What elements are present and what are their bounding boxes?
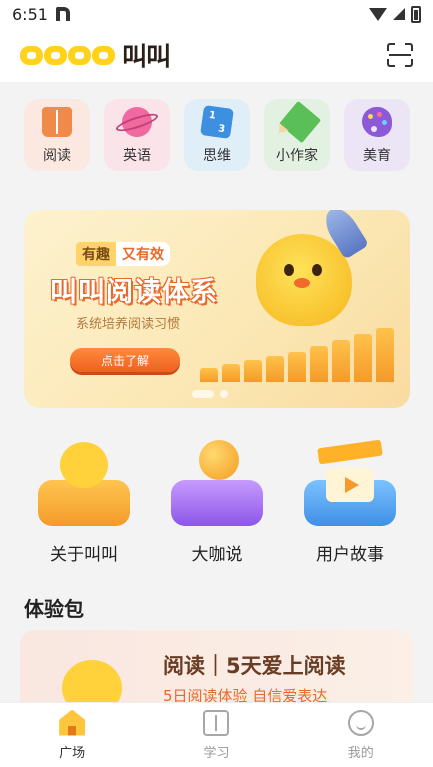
feature-row: 关于叫叫 大咖说 用户故事 <box>24 439 410 565</box>
battery-icon <box>411 5 421 23</box>
planet-icon <box>122 107 152 137</box>
status-time: 6:51 <box>12 4 48 24</box>
scan-icon[interactable] <box>387 43 413 67</box>
logo-mark <box>20 45 115 65</box>
feature-label: 用户故事 <box>316 545 384 565</box>
palette-icon <box>362 107 392 137</box>
category-label: 小作家 <box>276 148 318 164</box>
promo-banner[interactable]: 有趣 又有效 叫叫阅读体系 系统培养阅读习惯 点击了解 <box>24 210 410 408</box>
status-icons <box>369 5 421 23</box>
tab-study[interactable]: 学习 <box>171 709 261 761</box>
chick-icon <box>34 440 134 530</box>
category-art[interactable]: 美育 <box>344 99 410 171</box>
banner-tag-right: 又有效 <box>116 242 170 266</box>
category-writer[interactable]: 小作家 <box>264 99 330 171</box>
tab-plaza[interactable]: 广场 <box>27 709 117 761</box>
category-label: 英语 <box>123 148 151 164</box>
category-english[interactable]: 英语 <box>104 99 170 171</box>
tab-label: 学习 <box>203 745 230 761</box>
home-icon <box>59 709 86 736</box>
book-icon <box>203 709 230 736</box>
carousel-dot-active <box>192 390 214 398</box>
feature-label: 大咖说 <box>191 545 243 565</box>
banner-subtitle: 系统培养阅读习惯 <box>76 317 181 332</box>
banner-cta-button[interactable]: 点击了解 <box>70 348 180 372</box>
tab-label: 广场 <box>59 745 86 761</box>
feature-label: 关于叫叫 <box>50 545 118 565</box>
feature-user-stories[interactable]: 用户故事 <box>290 439 410 565</box>
section-title: 体验包 <box>24 597 84 621</box>
banner-title: 叫叫阅读体系 <box>50 277 218 308</box>
category-reading[interactable]: 阅读 <box>24 99 90 171</box>
notification-p-icon <box>55 7 70 21</box>
banner-tag-left: 有趣 <box>76 242 116 266</box>
app-header: 叫叫 <box>0 28 433 82</box>
category-label: 思维 <box>203 148 231 164</box>
trial-headline: 阅读｜5天爱上阅读 <box>163 654 346 678</box>
wifi-icon <box>369 7 387 21</box>
carousel-indicator <box>192 390 228 398</box>
logo-wordmark: 叫叫 <box>122 42 171 71</box>
feature-experts[interactable]: 大咖说 <box>157 440 277 565</box>
growth-bars-illustration <box>200 328 394 382</box>
signal-icon <box>393 8 405 20</box>
book-icon <box>42 107 72 137</box>
category-row: 阅读 英语 思维 小作家 美育 <box>24 99 410 171</box>
banner-tag: 有趣 又有效 <box>76 242 170 266</box>
category-label: 美育 <box>363 148 391 164</box>
bottom-navigation: 广场 学习 我的 <box>0 702 433 767</box>
cube-icon <box>200 105 234 139</box>
tab-label: 我的 <box>347 745 374 761</box>
carousel-dot <box>220 390 228 398</box>
app-logo: 叫叫 <box>20 37 171 73</box>
status-bar: 6:51 <box>0 0 433 28</box>
clapperboard-icon <box>300 439 400 530</box>
pencil-icon <box>278 100 322 144</box>
microphone-icon <box>167 440 267 530</box>
smile-icon <box>347 709 374 736</box>
feature-about[interactable]: 关于叫叫 <box>24 440 144 565</box>
tab-mine[interactable]: 我的 <box>316 709 406 761</box>
category-thinking[interactable]: 思维 <box>184 99 250 171</box>
category-label: 阅读 <box>43 148 71 164</box>
